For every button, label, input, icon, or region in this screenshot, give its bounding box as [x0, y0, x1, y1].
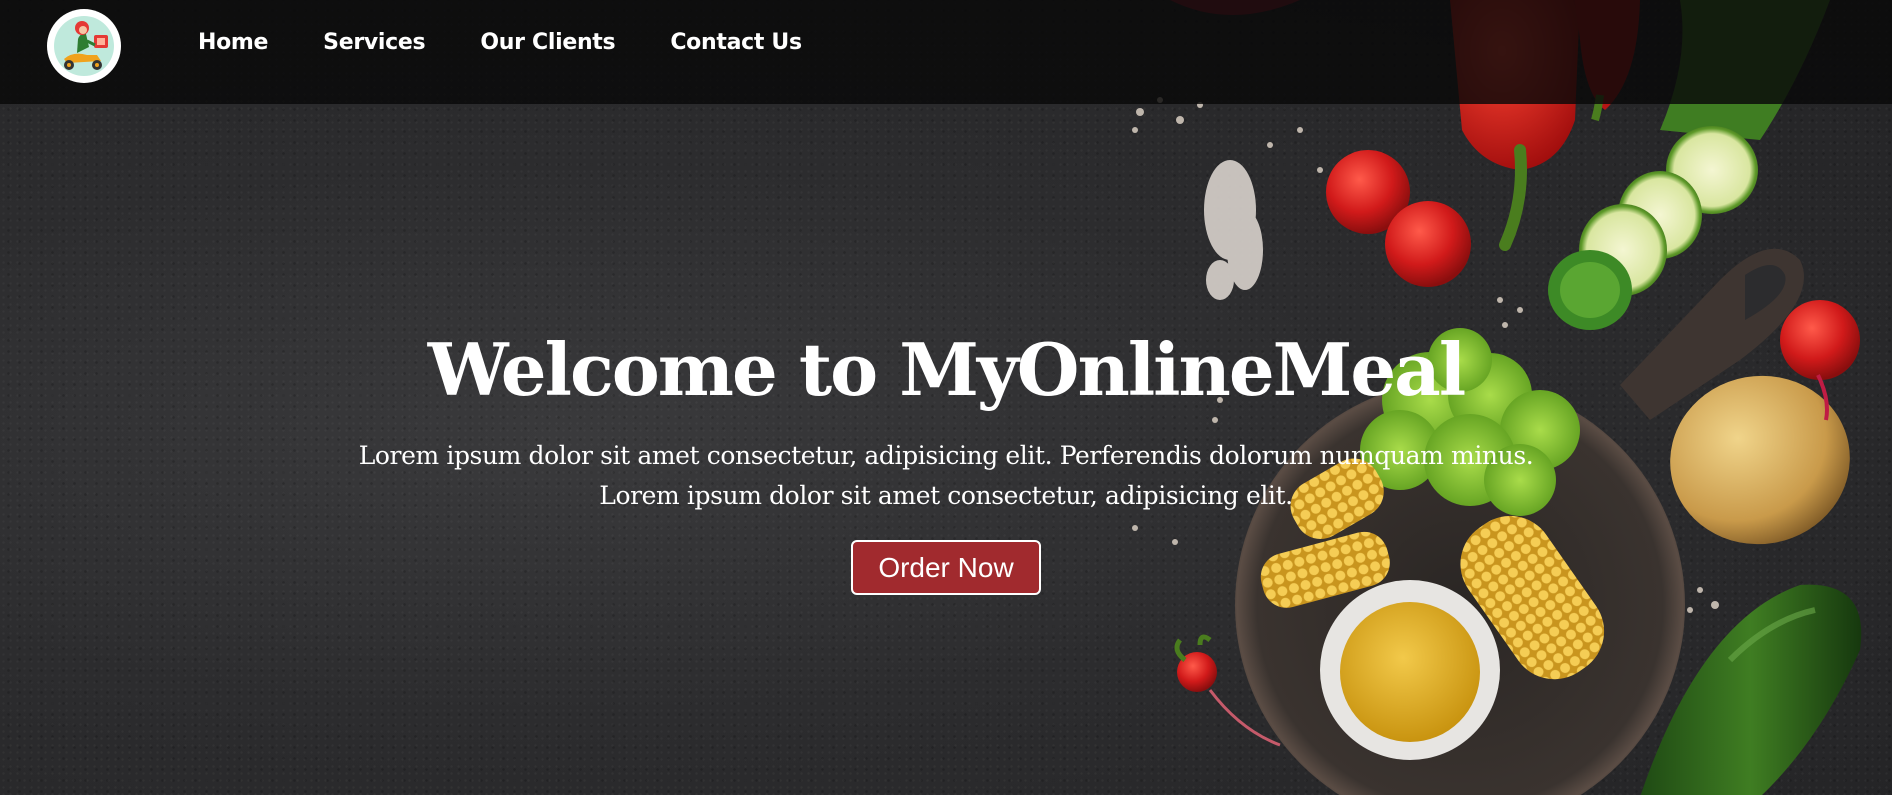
- nav-services[interactable]: Services: [323, 30, 425, 55]
- hero-subtitle: Lorem ipsum dolor sit amet consectetur, …: [296, 436, 1596, 516]
- hero-section: Home Services Our Clients Contact Us Wel…: [0, 0, 1892, 797]
- hero-subtitle-line-2: Lorem ipsum dolor sit amet consectetur, …: [599, 481, 1293, 510]
- delivery-scooter-icon: [54, 16, 114, 76]
- nav-contact-us[interactable]: Contact Us: [670, 30, 802, 55]
- nav-home[interactable]: Home: [198, 30, 268, 55]
- hero-content: Welcome to MyOnlineMeal Lorem ipsum dolo…: [0, 320, 1892, 595]
- hero-subtitle-line-1: Lorem ipsum dolor sit amet consectetur, …: [358, 441, 1534, 470]
- nav-our-clients[interactable]: Our Clients: [480, 30, 615, 55]
- hero-title: Welcome to MyOnlineMeal: [427, 327, 1466, 412]
- nav-links: Home Services Our Clients Contact Us: [198, 30, 802, 55]
- order-now-button[interactable]: Order Now: [851, 540, 1041, 595]
- navbar: Home Services Our Clients Contact Us: [0, 0, 1892, 104]
- logo[interactable]: [47, 9, 121, 83]
